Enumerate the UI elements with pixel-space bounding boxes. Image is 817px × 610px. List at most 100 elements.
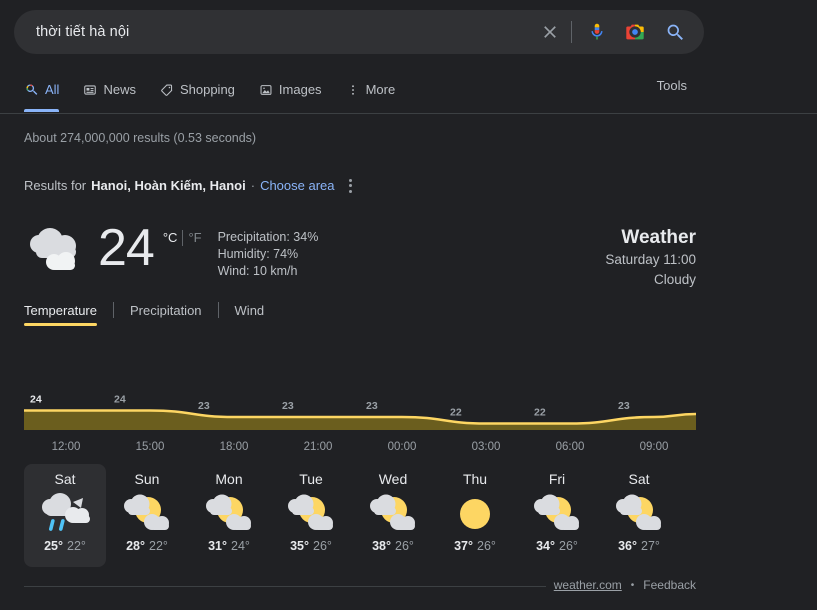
forecast-high: 35°	[290, 539, 309, 553]
forecast-day-thu-5[interactable]: Thu 37° 26°	[434, 464, 516, 567]
results-for-row: Results for Hanoi, Hoàn Kiếm, Hanoi · Ch…	[24, 178, 352, 193]
results-separator: ·	[250, 178, 256, 193]
forecast-high: 25°	[44, 539, 63, 553]
nav-tab-label: Images	[278, 82, 322, 97]
microphone-icon[interactable]	[584, 19, 610, 45]
nav-tab-shopping[interactable]: Shopping	[160, 78, 235, 112]
forecast-day-name: Wed	[378, 471, 408, 487]
weather-metric-tabs: Temperature Precipitation Wind	[24, 302, 280, 326]
footer-dot: •	[630, 579, 635, 591]
precipitation-value: Precipitation: 34%	[217, 230, 319, 244]
wind-value: Wind: 10 km/h	[217, 264, 298, 278]
forecast-day-name: Tue	[299, 471, 323, 487]
forecast-low: 26°	[559, 539, 578, 553]
close-icon[interactable]	[537, 19, 563, 45]
nav-tab-more[interactable]: More	[346, 78, 396, 112]
forecast-high: 37°	[454, 539, 473, 553]
weather-card: 24 °C °F Precipitation: 34% Humidity: 74…	[24, 212, 696, 292]
partly-cloudy-icon	[288, 494, 333, 530]
forecast-day-temps: 35° 26°	[290, 539, 332, 553]
chart-point-label: 24	[30, 394, 42, 406]
forecast-day-icon	[202, 489, 256, 539]
forecast-day-name: Fri	[548, 471, 566, 487]
forecast-day-name: Mon	[215, 471, 243, 487]
forecast-day-name: Sat	[54, 471, 76, 487]
forecast-day-temps: 34° 26°	[536, 539, 578, 553]
humidity-value: Humidity: 74%	[217, 247, 299, 261]
chart-x-tick: 09:00	[639, 441, 669, 453]
tools-button[interactable]: Tools	[657, 78, 687, 93]
forecast-high: 34°	[536, 539, 555, 553]
forecast-low: 26°	[395, 539, 414, 553]
forecast-day-temps: 28° 22°	[126, 539, 168, 553]
news-icon	[83, 83, 97, 97]
forecast-day-icon	[612, 489, 666, 539]
nav-tab-label: More	[365, 82, 396, 97]
forecast-low: 22°	[149, 539, 168, 553]
nav-tab-label: Shopping	[179, 82, 235, 97]
choose-area-link[interactable]: Choose area	[260, 178, 334, 193]
sun-icon	[460, 499, 490, 529]
partly-cloudy-icon	[124, 494, 169, 530]
chart-area	[24, 410, 696, 430]
forecast-day-tue-3[interactable]: Tue 35° 26°	[270, 464, 352, 567]
forecast-day-temps: 31° 24°	[208, 539, 250, 553]
partly-cloudy-icon	[370, 494, 415, 530]
search-icon[interactable]	[662, 19, 688, 45]
weather-footer: weather.com • Feedback	[545, 578, 696, 592]
chart-x-tick: 06:00	[555, 441, 585, 453]
weather-title: Weather	[621, 227, 696, 248]
partly-cloudy-icon	[616, 494, 661, 530]
partly-cloudy-icon	[534, 494, 579, 530]
forecast-day-sat-7[interactable]: Sat 36° 27°	[598, 464, 680, 567]
forecast-day-temps: 38° 26°	[372, 539, 414, 553]
tab-temperature[interactable]: Temperature	[24, 303, 113, 326]
partly-cloudy-icon	[206, 494, 251, 530]
feedback-link[interactable]: Feedback	[643, 578, 696, 592]
forecast-high: 38°	[372, 539, 391, 553]
chart-x-tick: 21:00	[303, 441, 333, 453]
search-input[interactable]	[34, 23, 537, 41]
search-divider	[571, 21, 572, 43]
nav-tab-news[interactable]: News	[83, 78, 136, 112]
chart-point-label: 22	[450, 407, 462, 419]
forecast-day-wed-4[interactable]: Wed 38° 26°	[352, 464, 434, 567]
more-vertical-icon	[346, 83, 360, 97]
forecast-high: 36°	[618, 539, 637, 553]
unit-divider	[182, 230, 184, 246]
chart-x-axis: 12:00 15:00 18:00 21:00 00:00 03:00 06:00 09:00	[24, 441, 696, 459]
results-for-prefix: Results for	[24, 178, 87, 193]
forecast-day-fri-6[interactable]: Fri 34° 26°	[516, 464, 598, 567]
tab-precipitation[interactable]: Precipitation	[114, 303, 218, 326]
unit-fahrenheit-button[interactable]: °F	[188, 230, 201, 245]
forecast-days: Sat 25° 22° Sun 28° 22° Mon 31° 24° Tue 35° 26° Wed 3…	[24, 464, 696, 567]
weather-datetime: Saturday 11:00	[605, 252, 696, 267]
nav-tab-all[interactable]: All	[24, 78, 60, 112]
search-icon	[24, 82, 39, 97]
weather-condition: Cloudy	[653, 272, 696, 287]
unit-celsius-button[interactable]: °C	[163, 230, 178, 245]
chart-x-tick: 15:00	[135, 441, 165, 453]
nav-tab-images[interactable]: Images	[259, 78, 322, 112]
results-location: Hanoi, Hoàn Kiếm, Hanoi	[91, 178, 246, 193]
nav-tab-label: All	[45, 82, 60, 97]
current-temperature: 24	[98, 219, 155, 277]
forecast-low: 26°	[477, 539, 496, 553]
weather-source-link[interactable]: weather.com	[554, 578, 622, 592]
kebab-menu-icon[interactable]	[348, 178, 352, 193]
weather-stats: Precipitation: 34% Humidity: 74% Wind: 1…	[218, 229, 319, 280]
tab-wind[interactable]: Wind	[219, 303, 281, 326]
forecast-high: 28°	[126, 539, 145, 553]
forecast-low: 27°	[641, 539, 660, 553]
forecast-low: 26°	[313, 539, 332, 553]
google-lens-icon[interactable]	[622, 19, 648, 45]
forecast-day-mon-2[interactable]: Mon 31° 24°	[188, 464, 270, 567]
chart-point-label: 24	[114, 394, 126, 406]
search-bar[interactable]	[14, 10, 704, 54]
forecast-day-temps: 25° 22°	[44, 539, 86, 553]
forecast-day-sat-0[interactable]: Sat 25° 22°	[24, 464, 106, 567]
forecast-day-icon	[452, 489, 498, 539]
nav-tab-label: News	[103, 82, 136, 97]
forecast-day-sun-1[interactable]: Sun 28° 22°	[106, 464, 188, 567]
forecast-day-name: Sat	[628, 471, 650, 487]
